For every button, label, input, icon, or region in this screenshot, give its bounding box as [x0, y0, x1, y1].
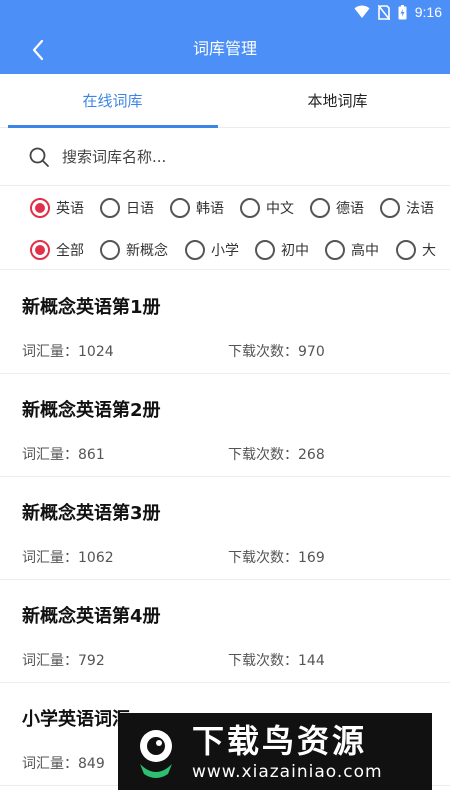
radio-button [255, 240, 275, 260]
vocab-count: 词汇量：849 [22, 756, 105, 772]
radio-label: 初中 [281, 243, 309, 259]
radio-label: 德语 [336, 201, 364, 217]
wordbank-name: 新概念英语第2册 [22, 400, 161, 421]
radio-label: 中文 [266, 201, 294, 217]
radio-label: 韩语 [196, 201, 224, 217]
vocab-count: 词汇量：792 [22, 653, 105, 669]
radio-label: 小学 [211, 243, 239, 259]
watermark-url: www.xiazainiao.com [192, 761, 383, 782]
vocab-count: 词汇量：1024 [22, 344, 114, 360]
download-count: 下载次数：169 [228, 550, 325, 566]
watermark-banner: 下载鸟资源 www.xiazainiao.com [118, 713, 432, 790]
radio-button [240, 198, 260, 218]
radio-korean[interactable]: 韩语 [170, 188, 224, 228]
radio-label: 全部 [56, 243, 84, 259]
tab-bar: 在线词库 本地词库 [0, 74, 450, 128]
radio-french[interactable]: 法语 [380, 188, 434, 228]
vocab-count: 词汇量：1062 [22, 550, 114, 566]
radio-new-concept[interactable]: 新概念 [100, 230, 168, 269]
language-filter-row: 英语 日语 韩语 中文 德语 法语 [0, 188, 450, 228]
vocab-count: 词汇量：861 [22, 447, 105, 463]
radio-label: 高中 [351, 243, 379, 259]
wordbank-name: 新概念英语第4册 [22, 606, 161, 627]
radio-button [30, 198, 50, 218]
page-title: 词库管理 [192, 39, 257, 58]
wordbank-item[interactable]: 新概念英语第3册 词汇量：1062 下载次数：169 [0, 477, 450, 580]
radio-primary-school[interactable]: 小学 [185, 230, 239, 269]
status-icons: 9:16 [354, 3, 442, 21]
wordbank-name: 小学英语词汇 [22, 709, 130, 730]
radio-label: 英语 [56, 201, 84, 217]
radio-button [310, 198, 330, 218]
status-bar: 9:16 [0, 0, 450, 24]
tab-online-wordbank[interactable]: 在线词库 [0, 74, 225, 128]
search-icon [29, 147, 49, 167]
wordbank-item[interactable]: 新概念英语第4册 词汇量：792 下载次数：144 [0, 580, 450, 683]
no-sim-icon [377, 4, 390, 20]
level-filter-row: 全部 新概念 小学 初中 高中 大 [0, 230, 450, 270]
wordbank-item[interactable]: 新概念英语第2册 词汇量：861 下载次数：268 [0, 374, 450, 477]
tab-local-wordbank[interactable]: 本地词库 [225, 74, 450, 128]
radio-label: 日语 [126, 201, 154, 217]
radio-button [185, 240, 205, 260]
wifi-icon [354, 5, 370, 18]
radio-senior-high[interactable]: 高中 [325, 230, 379, 269]
wordbank-name: 新概念英语第1册 [22, 297, 161, 318]
radio-japanese[interactable]: 日语 [100, 188, 154, 228]
watermark-text: 下载鸟资源 www.xiazainiao.com [192, 721, 383, 783]
radio-label: 大 [422, 243, 436, 259]
wordbank-list: 新概念英语第1册 词汇量：1024 下载次数：970 新概念英语第2册 词汇量：… [0, 271, 450, 786]
radio-label: 法语 [406, 201, 434, 217]
watermark-title: 下载鸟资源 [192, 721, 368, 760]
search-input[interactable] [62, 147, 422, 166]
radio-button [100, 198, 120, 218]
download-count: 下载次数：144 [228, 653, 325, 669]
bird-logo-icon [140, 729, 172, 778]
radio-junior-high[interactable]: 初中 [255, 230, 309, 269]
radio-chinese[interactable]: 中文 [240, 188, 294, 228]
search-bar [0, 128, 450, 186]
radio-label: 新概念 [126, 243, 168, 259]
download-count: 下载次数：970 [228, 344, 325, 360]
radio-all[interactable]: 全部 [30, 230, 84, 269]
radio-button [396, 240, 416, 260]
radio-button [30, 240, 50, 260]
radio-button [100, 240, 120, 260]
status-time: 9:16 [414, 4, 442, 20]
wordbank-item[interactable]: 新概念英语第1册 词汇量：1024 下载次数：970 [0, 271, 450, 374]
app-bar: 词库管理 [0, 24, 450, 74]
radio-button [325, 240, 345, 260]
radio-english[interactable]: 英语 [30, 188, 84, 228]
radio-university[interactable]: 大 [396, 230, 436, 269]
battery-charging-icon [398, 4, 407, 19]
radio-button [170, 198, 190, 218]
radio-button [380, 198, 400, 218]
download-count: 下载次数：268 [228, 447, 325, 463]
wordbank-name: 新概念英语第3册 [22, 503, 161, 524]
radio-german[interactable]: 德语 [310, 188, 364, 228]
